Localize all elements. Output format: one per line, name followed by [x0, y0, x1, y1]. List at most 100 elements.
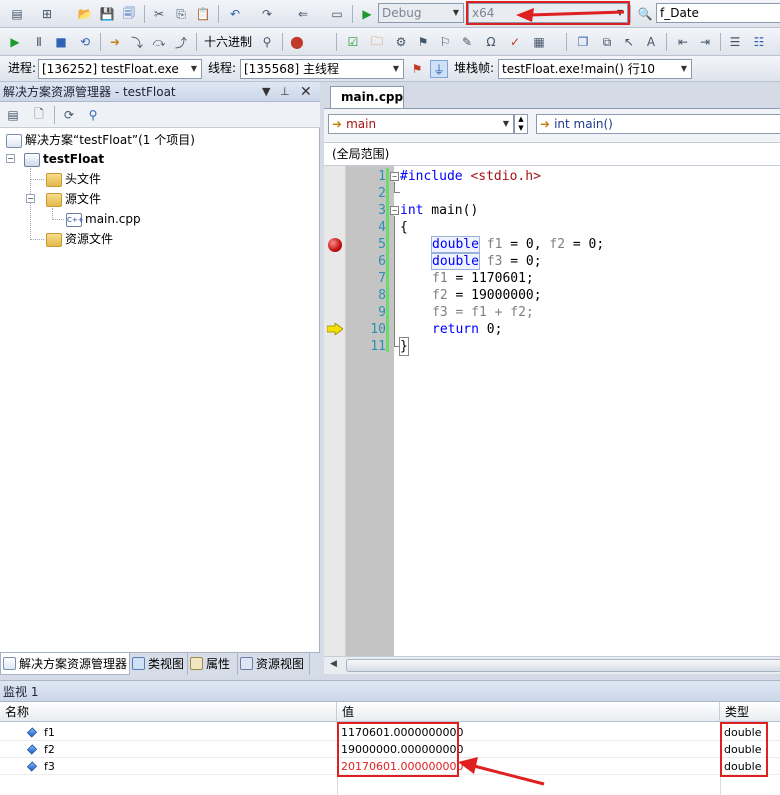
save-all-icon[interactable]: 🗐 [120, 5, 138, 23]
filter-threads-icon[interactable]: ⏚ [430, 60, 448, 78]
comment-icon[interactable]: ✎ [458, 33, 476, 51]
redo-icon[interactable]: ↷ [258, 5, 276, 23]
separator [144, 5, 145, 23]
flag-thread-icon[interactable]: ⚑ [408, 60, 426, 78]
line-number: 3 [378, 203, 386, 218]
editor-horizontal-scrollbar[interactable]: ◀ [324, 656, 780, 674]
tab-class-view[interactable]: 类视图 [130, 653, 188, 675]
navigate-backward-icon[interactable]: ⇐ [294, 5, 312, 23]
tab-solution-explorer[interactable]: 解决方案资源管理器 [0, 653, 130, 675]
code-token: 0; [478, 322, 503, 337]
process-combo[interactable]: [136252] testFloat.exe ▼ [38, 59, 202, 79]
outdent-icon[interactable]: ⇤ [674, 33, 692, 51]
breakpoints-window-icon[interactable]: ⬤ [288, 33, 306, 51]
pin-icon[interactable]: ⊥ [280, 82, 290, 102]
window-position-icon[interactable]: ▼ [262, 82, 270, 102]
member-combo[interactable]: ➜ int main() [536, 114, 780, 134]
folder-node-sources[interactable]: 源文件 [46, 189, 101, 209]
bookmark-icon[interactable]: ⚑ [414, 33, 432, 51]
open-folder-icon[interactable]: 🗀 [368, 33, 386, 51]
folder-icon [46, 232, 62, 247]
show-next-statement-icon[interactable]: ➜ [106, 33, 124, 51]
scroll-left-icon[interactable]: ◀ [330, 659, 337, 669]
align-right-icon[interactable]: ☷ [750, 33, 768, 51]
tab-main-cpp[interactable]: main.cpp [330, 86, 404, 108]
scope-value: main [346, 117, 377, 131]
watch-name[interactable]: f2 [44, 741, 55, 758]
thread-combo[interactable]: [135568] 主线程 ▼ [240, 59, 404, 79]
paste-icon[interactable]: 📋 [194, 5, 212, 23]
hexadecimal-display-button[interactable]: 十六进制 [204, 32, 252, 52]
tab-label: 解决方案资源管理器 [19, 657, 128, 671]
chevron-down-icon[interactable]: ▼ [499, 115, 513, 133]
break-all-icon[interactable]: Ⅱ [30, 33, 48, 51]
clipboard-icon[interactable]: ▦ [530, 33, 548, 51]
close-icon[interactable]: ✕ [300, 82, 312, 102]
align-left-icon[interactable]: ☰ [726, 33, 744, 51]
file-node-main-cpp[interactable]: C++main.cpp [66, 209, 141, 229]
indent-icon[interactable]: ⇥ [696, 33, 714, 51]
undo-icon[interactable]: ↶ [226, 5, 244, 23]
step-over-icon[interactable]: ⤼ [150, 33, 168, 51]
find-in-files-icon[interactable]: 🔍 [636, 5, 654, 23]
save-icon[interactable]: 💾 [98, 5, 116, 23]
step-out-icon[interactable]: ⤴ [172, 33, 190, 51]
collapse-project-icon[interactable]: − [6, 154, 15, 163]
code-editor[interactable]: 1 2 3 4 5 6 7 8 9 10 11 − − #include <st… [324, 166, 780, 656]
new-project-icon[interactable]: ▤ [8, 5, 26, 23]
start-debugging-icon[interactable]: ▶ [358, 5, 376, 23]
solution-icon [6, 133, 22, 148]
refresh-icon[interactable]: ⟳ [60, 106, 78, 124]
step-into-icon[interactable]: ⤵ [128, 33, 146, 51]
collapse-region-icon[interactable]: − [390, 206, 399, 215]
restart-icon[interactable]: ⟲ [76, 33, 94, 51]
chevron-down-icon[interactable]: ▼ [677, 60, 691, 78]
formula-icon[interactable]: Ω [482, 33, 500, 51]
add-item-icon[interactable]: ⊞ [38, 5, 56, 23]
folder-node-resources[interactable]: 资源文件 [46, 229, 113, 249]
stack-frame-combo[interactable]: testFloat.exe!main() 行10 ▼ [498, 59, 692, 79]
copy-icon[interactable]: ⎘ [172, 5, 190, 23]
column-header-type[interactable]: 类型 [720, 702, 780, 722]
cut-icon[interactable]: ✂ [150, 5, 168, 23]
collapse-folder-icon[interactable]: − [26, 194, 35, 203]
solution-node[interactable]: 解决方案“testFloat”(1 个项目) [6, 130, 195, 150]
scrollbar-thumb[interactable] [346, 659, 780, 672]
variable-icon [26, 761, 38, 772]
class-wizard-icon[interactable]: ⚙ [392, 33, 410, 51]
stop-debugging-icon[interactable]: ■ [52, 33, 70, 51]
continue-icon[interactable]: ▶ [6, 33, 24, 51]
show-all-files-icon[interactable]: 🗋 [30, 106, 48, 124]
breakpoint-icon[interactable] [328, 238, 342, 252]
chevron-down-icon[interactable]: ▼ [187, 60, 201, 78]
solution-configuration-combo[interactable]: Debug ▼ [378, 3, 464, 23]
split-spinner[interactable]: ▲ ▼ [514, 114, 528, 134]
watch-name[interactable]: f3 [44, 758, 55, 775]
tab-resource-view[interactable]: 资源视图 [238, 653, 310, 675]
folder-node-headers[interactable]: 头文件 [46, 169, 101, 189]
task-list-icon[interactable]: ☑ [344, 33, 362, 51]
column-header-value[interactable]: 值 [337, 702, 720, 722]
view-class-diagram-icon[interactable]: ⚲ [84, 106, 102, 124]
find-combo[interactable]: f_Date [656, 3, 780, 23]
font-size-icon[interactable]: A [642, 33, 660, 51]
chevron-down-icon[interactable]: ▼ [449, 4, 463, 22]
column-header-name[interactable]: 名称 [0, 702, 337, 722]
quick-watch-icon[interactable]: ⚲ [258, 33, 276, 51]
project-node[interactable]: testFloat [24, 149, 104, 169]
cascade-icon[interactable]: ⧉ [598, 33, 616, 51]
code-token: f2 [549, 237, 566, 252]
pointer-icon[interactable]: ↖ [620, 33, 638, 51]
tab-properties[interactable]: 属性 [188, 653, 238, 675]
solution-view-icon[interactable]: ▭ [328, 5, 346, 23]
window-icon[interactable]: ❐ [574, 33, 592, 51]
collapse-region-icon[interactable]: − [390, 172, 399, 181]
properties-icon[interactable]: ▤ [4, 106, 22, 124]
scope-combo[interactable]: ➜ main ▼ [328, 114, 514, 134]
open-file-icon[interactable]: 📂 [76, 5, 94, 23]
toggle-bookmark-icon[interactable]: ⚐ [436, 33, 454, 51]
code-line: return 0; [432, 321, 502, 338]
chevron-down-icon[interactable]: ▼ [389, 60, 403, 78]
spell-check-icon[interactable]: ✓ [506, 33, 524, 51]
watch-name[interactable]: f1 [44, 724, 55, 741]
